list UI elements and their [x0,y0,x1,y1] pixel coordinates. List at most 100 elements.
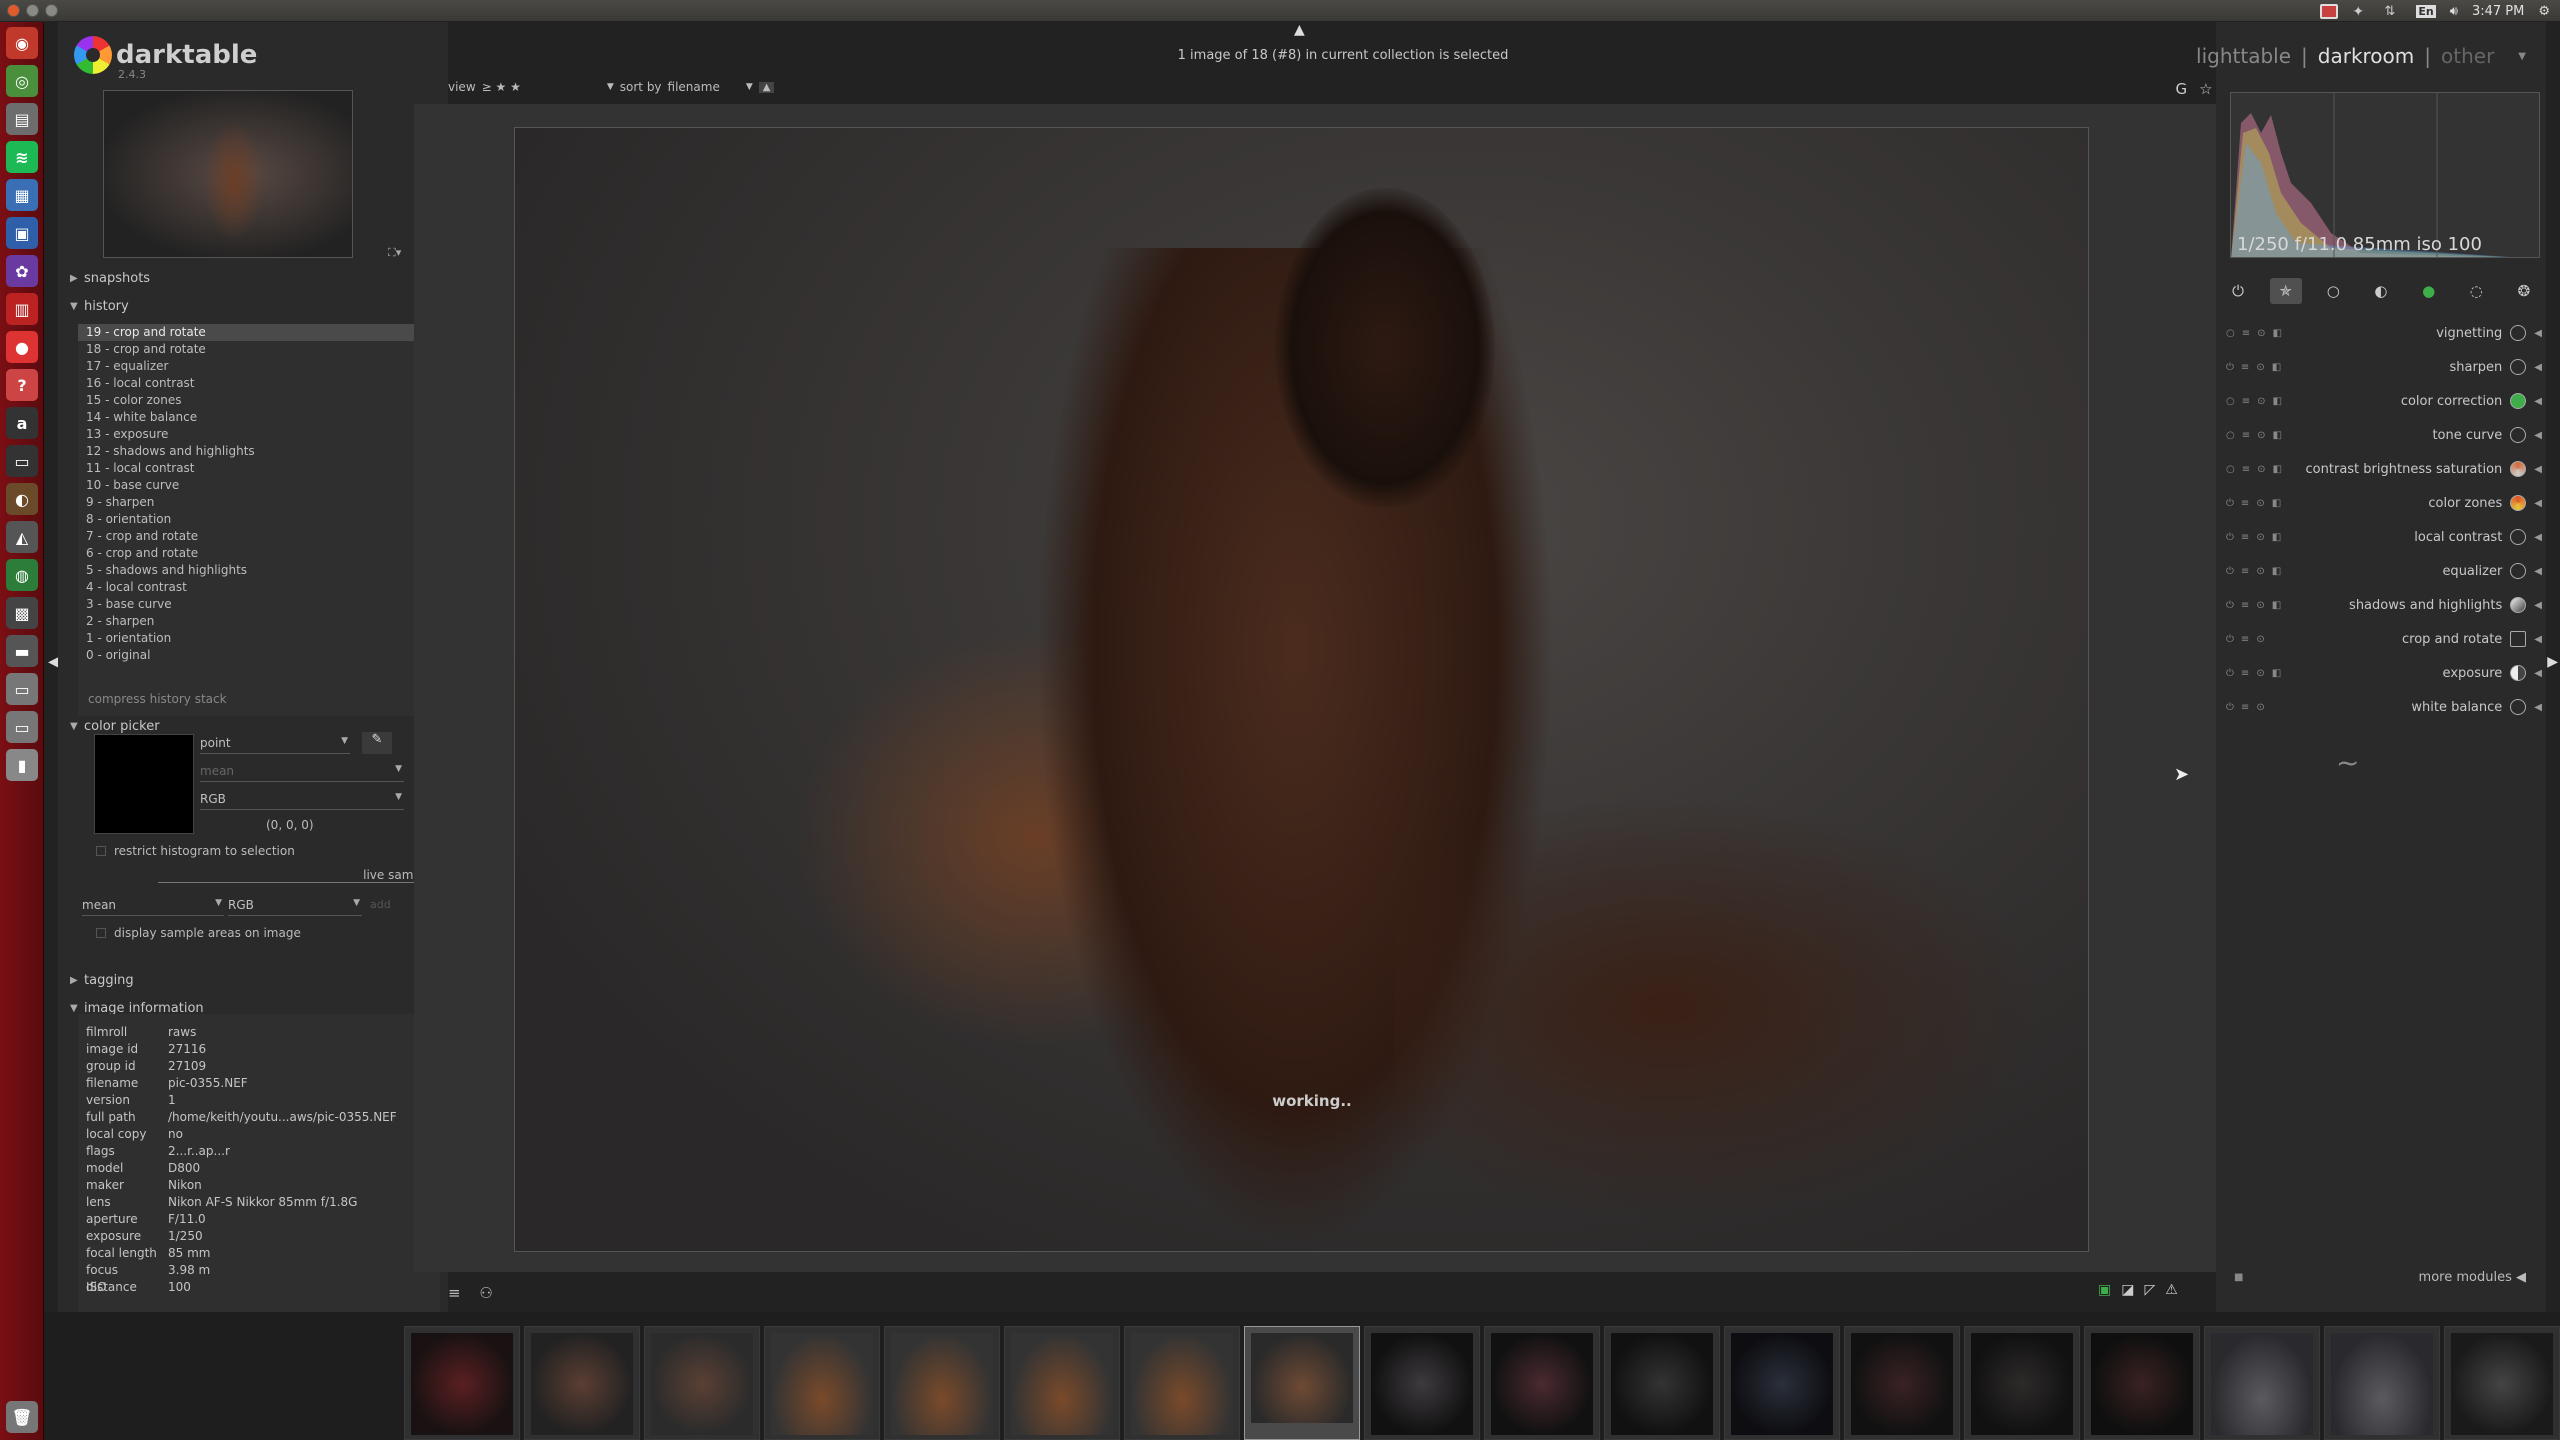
module-row[interactable]: ○ ≡ ⊙ ◧ color correction ◀ [2226,384,2546,418]
navigation-thumbnail[interactable] [103,90,353,258]
correct-group-icon[interactable]: ◌ [2460,278,2492,304]
filmstrip-thumbnail[interactable] [1484,1326,1600,1440]
drive-icon[interactable]: ▭ [6,673,38,705]
filmstrip-thumbnail[interactable] [1364,1326,1480,1440]
expand-icon[interactable]: ◀ [2534,668,2542,679]
expand-icon[interactable]: ◀ [2534,634,2542,645]
window-minimize-button[interactable] [26,4,39,17]
expand-icon[interactable]: ◀ [2534,464,2542,475]
filmstrip-thumbnail[interactable] [1124,1326,1240,1440]
expand-icon[interactable]: ◀ [2534,430,2542,441]
history-item[interactable]: 12 - shadows and highlights [78,443,440,460]
history-item[interactable]: 4 - local contrast [78,579,440,596]
color-assessment-icon[interactable]: ▣ [2098,1282,2111,1298]
view-other[interactable]: other [2441,44,2494,68]
video-editor-icon[interactable]: ▩ [6,597,38,629]
history-header[interactable]: ▼ history [70,294,438,318]
module-row[interactable]: ⏻ ≡ ⊙ ◧ equalizer ◀ [2226,554,2546,588]
filmstrip-thumbnail[interactable] [2324,1326,2440,1440]
module-row[interactable]: ⏻ ≡ ⊙ ◧ sharpen ◀ [2226,350,2546,384]
indicator-icon[interactable] [2320,3,2339,19]
filmstrip-thumbnail[interactable] [404,1326,520,1440]
files-icon[interactable]: ▤ [6,103,38,135]
filmstrip-thumbnail[interactable] [1964,1326,2080,1440]
filmstrip-thumbnail[interactable] [644,1326,760,1440]
basic-group-icon[interactable]: ○ [2317,278,2349,304]
chevron-down-icon[interactable]: ▼ [2518,51,2526,62]
expand-icon[interactable]: ◀ [2534,396,2542,407]
compress-history-button[interactable]: compress history stack [88,692,227,706]
more-modules-button[interactable]: more modules ◀ [2419,1270,2526,1285]
history-item[interactable]: 13 - exposure [78,426,440,443]
softproof-icon[interactable]: ◪ [2121,1282,2134,1298]
globe-icon[interactable]: ◍ [6,559,38,591]
expand-icon[interactable]: ◀ [2534,328,2542,339]
right-panel-toggle-icon[interactable]: ▶ [2547,654,2558,670]
filmstrip-thumbnail[interactable] [524,1326,640,1440]
picker-stat-dropdown[interactable]: mean ▼ [200,764,404,782]
filmstrip-thumbnail[interactable] [884,1326,1000,1440]
add-sample-button[interactable]: add [370,898,391,911]
expand-icon[interactable]: ◀ [2534,532,2542,543]
usb-icon[interactable]: ▮ [6,749,38,781]
volume-icon[interactable]: 🔊︎ [2450,4,2458,19]
filmstrip-thumbnail-current[interactable] [1244,1326,1360,1440]
live-stat-dropdown[interactable]: mean ▼ [82,898,224,916]
menu-icon[interactable]: ≡ [448,1284,461,1302]
history-item[interactable]: 15 - color zones [78,392,440,409]
expand-icon[interactable]: ◀ [2534,600,2542,611]
gimp-icon[interactable]: ◐ [6,483,38,515]
history-item[interactable]: 17 - equalizer [78,358,440,375]
keyboard-layout[interactable]: En [2416,4,2436,18]
network-icon[interactable]: ⇅ [2384,4,2402,19]
module-row[interactable]: ⏻ ≡ ⊙ ◧ local contrast ◀ [2226,520,2546,554]
color-group-icon[interactable]: ● [2413,278,2445,304]
rating-filter-dropdown[interactable]: ≥ ★ ★ [482,80,521,94]
expand-icon[interactable]: ◀ [2534,362,2542,373]
module-row[interactable]: ⏻ ≡ ⊙ white balance ◀ [2226,690,2546,724]
terminal-icon[interactable]: ▭ [6,445,38,477]
tone-group-icon[interactable]: ◐ [2365,278,2397,304]
history-item[interactable]: 18 - crop and rotate [78,341,440,358]
darktable-launcher-icon[interactable]: ✿ [6,255,38,287]
chevron-down-icon[interactable]: ▼ [607,82,614,92]
history-item[interactable]: 5 - shadows and highlights [78,562,440,579]
history-item[interactable]: 1 - orientation [78,630,440,647]
view-darkroom[interactable]: darkroom [2318,44,2415,68]
history-item[interactable]: 9 - sharpen [78,494,440,511]
module-row[interactable]: ⏻ ≡ ⊙ ◧ exposure ◀ [2226,656,2546,690]
clock[interactable]: 3:47 PM [2472,4,2524,19]
warning-icon[interactable]: ⚠ [2165,1282,2178,1298]
module-row[interactable]: ⏻ ≡ ⊙ ◧ shadows and highlights ◀ [2226,588,2546,622]
filmstrip-thumbnail[interactable] [2084,1326,2200,1440]
writer-icon[interactable]: ▦ [6,179,38,211]
expand-icon[interactable]: ◀ [2534,566,2542,577]
filmstrip-thumbnail[interactable] [2204,1326,2320,1440]
filmstrip-thumbnail[interactable] [2444,1326,2560,1440]
removable-drive-icon[interactable]: ▭ [6,711,38,743]
filmstrip-thumbnail[interactable] [764,1326,880,1440]
power-icon[interactable]: ⏻ [2222,278,2254,304]
help-icon[interactable]: ? [6,369,38,401]
restrict-histogram-checkbox[interactable]: restrict histogram to selection [96,844,295,858]
module-row[interactable]: ○ ≡ ⊙ ◧ tone curve ◀ [2226,418,2546,452]
live-model-dropdown[interactable]: RGB ▼ [228,898,362,916]
picker-eyedropper-icon[interactable]: ✎ [362,732,392,754]
history-item[interactable]: 6 - crop and rotate [78,545,440,562]
history-item[interactable]: 7 - crop and rotate [78,528,440,545]
main-photo[interactable] [514,127,2089,1252]
zoom-fit-icon[interactable]: ⛶▾ [388,246,401,260]
history-item[interactable]: 2 - sharpen [78,613,440,630]
window-maximize-button[interactable] [45,4,58,17]
inkscape-icon[interactable]: ◭ [6,521,38,553]
sort-order-button[interactable]: ▲ [758,81,775,93]
filmstrip-thumbnail[interactable] [1844,1326,1960,1440]
window-close-button[interactable] [7,4,20,17]
effect-group-icon[interactable]: ❂ [2508,278,2540,304]
filmstrip-thumbnail[interactable] [1604,1326,1720,1440]
gamut-check-icon[interactable]: ◸ [2144,1282,2155,1298]
module-row[interactable]: ○ ≡ ⊙ ◧ contrast brightness saturation ◀ [2226,452,2546,486]
favorites-star-icon[interactable]: ✯ [2269,278,2302,304]
histogram[interactable]: 1/250 f/11.0 85mm iso 100 [2230,92,2540,258]
picker-mode-dropdown[interactable]: point ▼ [200,736,350,754]
